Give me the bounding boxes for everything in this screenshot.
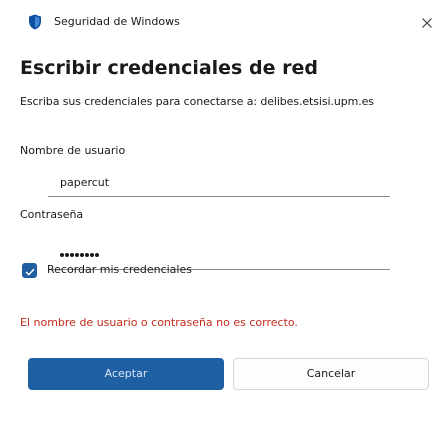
remember-label[interactable]: Recordar mis credenciales bbox=[47, 262, 192, 278]
shield-icon bbox=[28, 14, 42, 30]
password-dot bbox=[75, 253, 79, 257]
password-dot bbox=[85, 253, 89, 257]
username-label: Nombre de usuario bbox=[20, 144, 126, 157]
credentials-dialog: Seguridad de Windows Escribir credencial… bbox=[0, 0, 447, 433]
password-label: Contraseña bbox=[20, 208, 84, 221]
window-title: Seguridad de Windows bbox=[54, 15, 180, 28]
username-value: papercut bbox=[60, 176, 110, 189]
dialog-subtitle: Escriba sus credenciales para conectarse… bbox=[20, 95, 374, 108]
checkmark-icon bbox=[24, 261, 35, 280]
close-icon bbox=[422, 13, 432, 32]
password-dot bbox=[65, 253, 69, 257]
dialog-heading: Escribir credenciales de red bbox=[20, 57, 318, 79]
close-button[interactable] bbox=[415, 10, 439, 34]
password-dot bbox=[95, 253, 99, 257]
username-field[interactable]: papercut bbox=[48, 169, 390, 197]
password-dot bbox=[90, 253, 94, 257]
accept-button[interactable]: Aceptar bbox=[28, 358, 224, 390]
password-mask bbox=[60, 253, 99, 257]
error-message: El nombre de usuario o contraseña no es … bbox=[20, 316, 298, 329]
password-dot bbox=[70, 253, 74, 257]
password-dot bbox=[80, 253, 84, 257]
password-dot bbox=[60, 253, 64, 257]
remember-checkbox[interactable] bbox=[22, 263, 37, 278]
title-bar: Seguridad de Windows bbox=[0, 0, 447, 44]
cancel-button[interactable]: Cancelar bbox=[233, 358, 429, 390]
